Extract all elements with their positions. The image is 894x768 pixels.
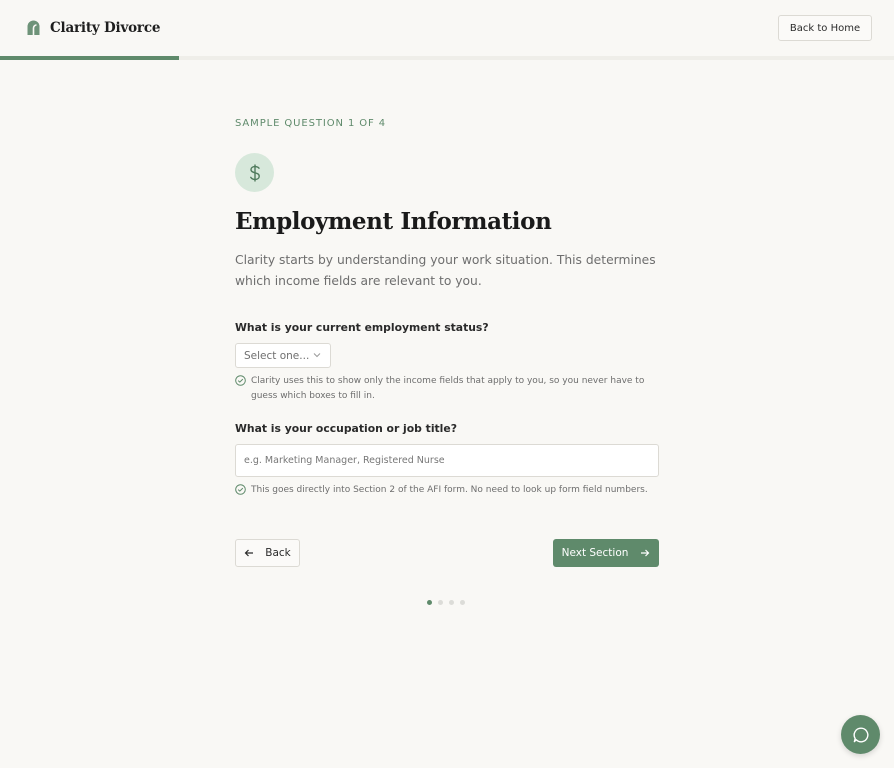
next-section-button[interactable]: Next Section xyxy=(553,539,659,567)
employment-status-hint-text: Clarity uses this to show only the incom… xyxy=(251,376,645,401)
top-bar: Clarity Divorce Back to Home xyxy=(0,0,894,57)
occupation-hint-text: This goes directly into Section 2 of the… xyxy=(251,485,648,495)
employment-status-label: What is your current employment status? xyxy=(235,321,489,334)
progress-bar xyxy=(0,56,894,60)
back-button-label: Back xyxy=(265,547,291,559)
page-title: Employment Information xyxy=(235,208,552,235)
back-to-home-button[interactable]: Back to Home xyxy=(778,15,872,41)
dollar-icon xyxy=(235,153,274,192)
step-dot xyxy=(449,600,454,605)
occupation-input[interactable] xyxy=(235,444,659,477)
employment-status-hint: Clarity uses this to show only the incom… xyxy=(235,374,659,404)
page-description: Clarity starts by understanding your wor… xyxy=(235,253,656,288)
back-button[interactable]: Back xyxy=(235,539,300,567)
step-dot xyxy=(438,600,443,605)
employment-status-select[interactable]: Select one... xyxy=(235,343,331,368)
next-section-button-label: Next Section xyxy=(561,547,629,559)
chat-button[interactable] xyxy=(841,715,880,754)
chevron-down-icon xyxy=(313,353,321,358)
check-circle-icon xyxy=(235,375,246,386)
step-dot xyxy=(427,600,432,605)
occupation-label: What is your occupation or job title? xyxy=(235,422,457,435)
brand-name: Clarity Divorce xyxy=(50,19,161,36)
step-indicator xyxy=(427,600,471,605)
progress-bar-fill xyxy=(0,56,179,60)
occupation-hint: This goes directly into Section 2 of the… xyxy=(235,483,659,498)
employment-status-value: Select one... xyxy=(244,349,310,362)
arrow-left-icon xyxy=(244,549,254,557)
arrow-right-icon xyxy=(641,549,650,557)
step-dot xyxy=(460,600,465,605)
question-counter: SAMPLE QUESTION 1 OF 4 xyxy=(235,118,387,129)
check-circle-icon xyxy=(235,484,246,495)
brand-logo-icon xyxy=(27,20,40,35)
chat-bubble-icon xyxy=(852,726,869,742)
brand[interactable]: Clarity Divorce xyxy=(26,19,160,36)
